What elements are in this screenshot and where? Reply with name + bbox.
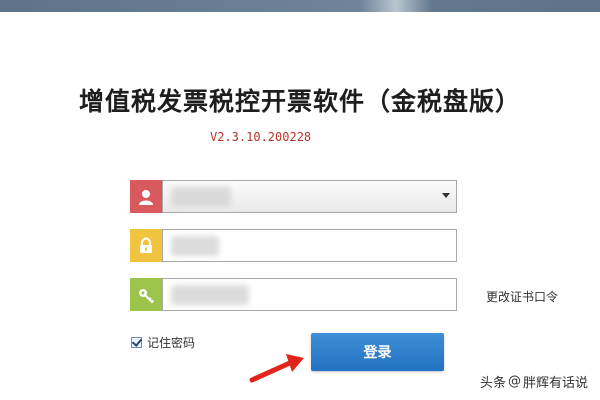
watermark: 头条 @ 胖辉有话说 bbox=[480, 372, 588, 391]
remember-password-label: 记住密码 bbox=[147, 336, 196, 350]
remember-password-checkbox[interactable] bbox=[131, 336, 143, 348]
redacted-text bbox=[171, 285, 249, 305]
cert-password-field[interactable] bbox=[162, 278, 457, 311]
version-label: V2.3.10.200228 bbox=[210, 130, 312, 144]
username-row bbox=[130, 180, 457, 213]
username-select[interactable] bbox=[162, 180, 457, 213]
login-button[interactable]: 登录 bbox=[311, 333, 444, 371]
red-arrow-icon bbox=[249, 354, 304, 383]
page-title: 增值税发票税控开票软件（金税盘版） bbox=[78, 87, 521, 116]
redacted-text bbox=[171, 236, 219, 256]
lock-icon bbox=[130, 229, 162, 262]
watermark-source: 头条 bbox=[479, 376, 506, 391]
change-cert-password-link[interactable]: 更改证书口令 bbox=[486, 288, 558, 305]
watermark-author: 胖辉有话说 bbox=[522, 376, 588, 391]
user-icon bbox=[130, 180, 162, 213]
watermark-at: @ bbox=[507, 374, 521, 389]
remember-password[interactable]: 记住密码 bbox=[131, 334, 195, 351]
redacted-text bbox=[171, 187, 231, 207]
cert-password-row bbox=[130, 278, 457, 311]
key-icon bbox=[130, 278, 162, 311]
check-icon bbox=[131, 336, 143, 347]
password-field[interactable] bbox=[162, 229, 457, 262]
window-top-bar bbox=[0, 0, 600, 12]
chevron-down-icon[interactable] bbox=[442, 193, 450, 198]
password-row bbox=[130, 229, 457, 262]
